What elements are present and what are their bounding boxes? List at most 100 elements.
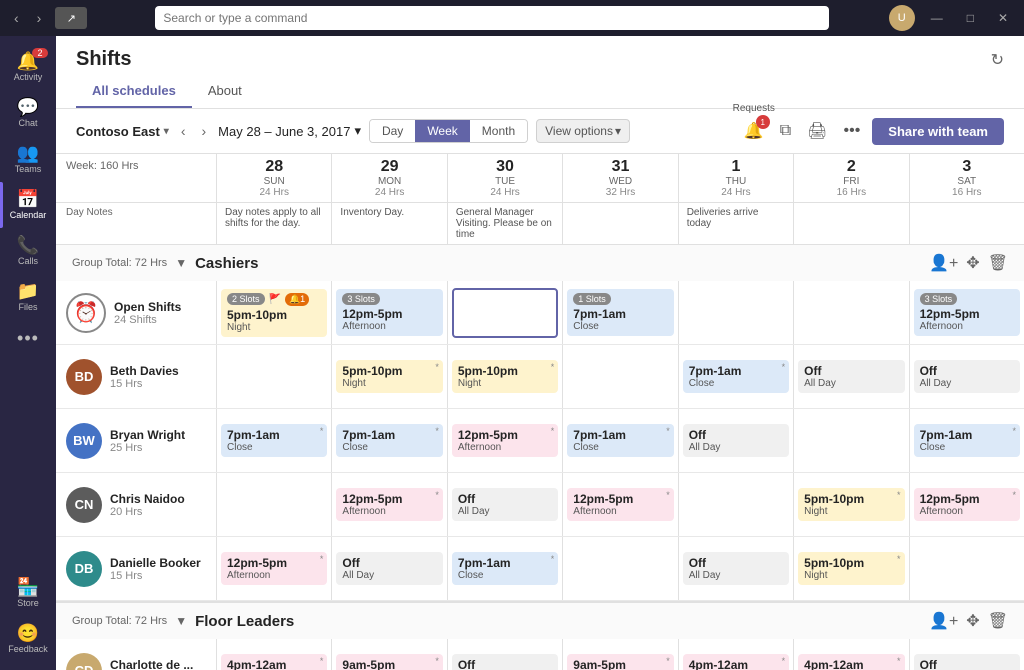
corner-icon: * — [782, 362, 786, 372]
shift-label: Close — [342, 442, 436, 453]
floor-leaders-delete-icon[interactable]: 🗑 — [988, 611, 1008, 631]
floor-leaders-person-icon[interactable]: 👤+ — [929, 611, 958, 631]
cashiers-total: Group Total: 72 Hrs — [72, 257, 167, 269]
cashiers-person-icon[interactable]: 👤+ — [929, 253, 958, 273]
page-title: Shifts — [76, 48, 132, 71]
cashiers-move-icon[interactable]: ✥ — [966, 253, 979, 273]
danielle-sun[interactable]: 12pm-5pm Afternoon * — [216, 537, 331, 600]
open-shift-mon[interactable]: 3 Slots 12pm-5pm Afternoon — [331, 281, 446, 344]
requests-button[interactable]: 🔔 1 — [740, 117, 768, 145]
charlotte-thu[interactable]: 4pm-12am 1st Shift * — [678, 639, 793, 670]
tab-about[interactable]: About — [192, 75, 258, 108]
charlotte-tue[interactable]: Off All Day — [447, 639, 562, 670]
chris-mon[interactable]: 12pm-5pm Afternoon * — [331, 473, 446, 536]
charlotte-info: CD Charlotte de ... 25 Hrs — [56, 639, 216, 670]
view-month-button[interactable]: Month — [470, 120, 527, 142]
beth-sun — [216, 345, 331, 408]
danielle-thu[interactable]: Off All Day — [678, 537, 793, 600]
open-shift-sun[interactable]: 2 Slots 🚩 🔔1 5pm-10pm Night — [216, 281, 331, 344]
sidebar-item-calls[interactable]: 📞 Calls — [0, 228, 56, 274]
search-input[interactable] — [155, 6, 828, 30]
minimize-button[interactable]: — — [923, 9, 951, 27]
beth-thu[interactable]: 7pm-1am Close * — [678, 345, 793, 408]
note-2: General Manager Visiting. Please be on t… — [447, 203, 562, 244]
copy-icon[interactable]: ⧉ — [776, 118, 795, 144]
open-shift-tue[interactable] — [447, 281, 562, 344]
prev-week-button[interactable]: ‹ — [177, 121, 190, 141]
chris-wed[interactable]: 12pm-5pm Afternoon * — [562, 473, 677, 536]
open-shift-wed[interactable]: 1 Slots 7pm-1am Close — [562, 281, 677, 344]
sidebar-item-files[interactable]: 📁 Files — [0, 274, 56, 320]
bryan-wed[interactable]: 7pm-1am Close * — [562, 409, 677, 472]
beth-mon[interactable]: 5pm-10pm Night * — [331, 345, 446, 408]
view-day-button[interactable]: Day — [370, 120, 415, 142]
sync-icon[interactable]: ↻ — [991, 50, 1004, 70]
shift-time: 9am-5pm — [573, 658, 667, 670]
sidebar-item-calendar[interactable]: 📅 Calendar — [0, 182, 56, 228]
danielle-mon[interactable]: Off All Day — [331, 537, 446, 600]
note-5 — [793, 203, 908, 244]
chris-fri[interactable]: 5pm-10pm Night * — [793, 473, 908, 536]
bryan-mon[interactable]: 7pm-1am Close * — [331, 409, 446, 472]
sidebar-bottom: 🏪 Store 😊 Feedback — [4, 570, 52, 662]
forward-button[interactable]: › — [31, 8, 48, 28]
open-shift-sat[interactable]: 3 Slots 12pm-5pm Afternoon — [909, 281, 1024, 344]
corner-icon: * — [435, 362, 439, 372]
date-col-0: 28 SUN 24 Hrs — [216, 154, 331, 202]
corner-icon: * — [666, 656, 670, 666]
chris-tue[interactable]: Off All Day — [447, 473, 562, 536]
user-avatar[interactable]: U — [889, 5, 915, 31]
floor-leaders-total: Group Total: 72 Hrs — [72, 615, 167, 627]
back-button[interactable]: ‹ — [8, 8, 25, 28]
view-week-button[interactable]: Week — [415, 120, 469, 142]
chris-sat[interactable]: 12pm-5pm Afternoon * — [909, 473, 1024, 536]
bryan-sun[interactable]: 7pm-1am Close * — [216, 409, 331, 472]
view-options-button[interactable]: View options ▾ — [536, 119, 630, 143]
toolbar: Contoso East ▾ ‹ › May 28 – June 3, 2017… — [56, 109, 1024, 154]
floor-leaders-move-icon[interactable]: ✥ — [966, 611, 979, 631]
bryan-thu[interactable]: Off All Day — [678, 409, 793, 472]
sidebar-item-chat[interactable]: 💬 Chat — [0, 90, 56, 136]
location-selector[interactable]: Contoso East ▾ — [76, 124, 169, 139]
charlotte-sun[interactable]: 4pm-12am 1st Shift * — [216, 639, 331, 670]
sidebar-item-feedback[interactable]: 😊 Feedback — [4, 616, 52, 662]
charlotte-fri[interactable]: 4pm-12am 1st Shift * — [793, 639, 908, 670]
danielle-fri[interactable]: 5pm-10pm Night * — [793, 537, 908, 600]
sidebar-item-activity[interactable]: 🔔 Activity 2 — [0, 44, 56, 90]
beth-tue[interactable]: 5pm-10pm Night * — [447, 345, 562, 408]
print-icon[interactable]: 🖨 — [803, 117, 831, 145]
tab-all-schedules[interactable]: All schedules — [76, 75, 192, 108]
share-button[interactable]: Share with team — [872, 118, 1004, 145]
sidebar-item-teams[interactable]: 👥 Teams — [0, 136, 56, 182]
sidebar-label-store: Store — [17, 598, 39, 608]
next-week-button[interactable]: › — [198, 121, 211, 141]
group-cashiers: Group Total: 72 Hrs ▼ Cashiers 👤+ ✥ 🗑 ⏰ … — [56, 245, 1024, 603]
beth-fri[interactable]: Off All Day — [793, 345, 908, 408]
maximize-button[interactable]: □ — [959, 9, 982, 27]
notes-row: Day Notes Day notes apply to all shifts … — [56, 203, 1024, 245]
charlotte-row: CD Charlotte de ... 25 Hrs 4pm-12am 1st … — [56, 639, 1024, 670]
date-col-4: 1 THU 24 Hrs — [678, 154, 793, 202]
chris-naidoo-row: CN Chris Naidoo 20 Hrs 12pm-5pm Afternoo… — [56, 473, 1024, 537]
charlotte-sat[interactable]: Off All Day — [909, 639, 1024, 670]
beth-sat[interactable]: Off All Day — [909, 345, 1024, 408]
shift-time: Off — [689, 556, 783, 570]
cashiers-chevron-icon[interactable]: ▼ — [175, 256, 187, 270]
bryan-tue[interactable]: 12pm-5pm Afternoon * — [447, 409, 562, 472]
date-range[interactable]: May 28 – June 3, 2017 ▾ — [218, 123, 361, 139]
bryan-sat[interactable]: 7pm-1am Close * — [909, 409, 1024, 472]
floor-leaders-chevron-icon[interactable]: ▼ — [175, 614, 187, 628]
danielle-hrs: 15 Hrs — [110, 570, 201, 582]
sidebar-item-store[interactable]: 🏪 Store — [4, 570, 52, 616]
cashiers-delete-icon[interactable]: 🗑 — [988, 253, 1008, 273]
danielle-tue[interactable]: 7pm-1am Close * — [447, 537, 562, 600]
charlotte-wed[interactable]: 9am-5pm 1st Shift * — [562, 639, 677, 670]
bryan-wright-info: BW Bryan Wright 25 Hrs — [56, 409, 216, 472]
header-tabs: All schedules About — [76, 75, 1004, 108]
close-button[interactable]: ✕ — [990, 9, 1016, 27]
location-caret-icon: ▾ — [164, 126, 169, 137]
charlotte-mon[interactable]: 9am-5pm 1st Shift * — [331, 639, 446, 670]
more-options-icon[interactable]: ••• — [839, 118, 864, 144]
sidebar-item-more[interactable]: ••• — [0, 320, 56, 357]
chris-naidoo-info: CN Chris Naidoo 20 Hrs — [56, 473, 216, 536]
